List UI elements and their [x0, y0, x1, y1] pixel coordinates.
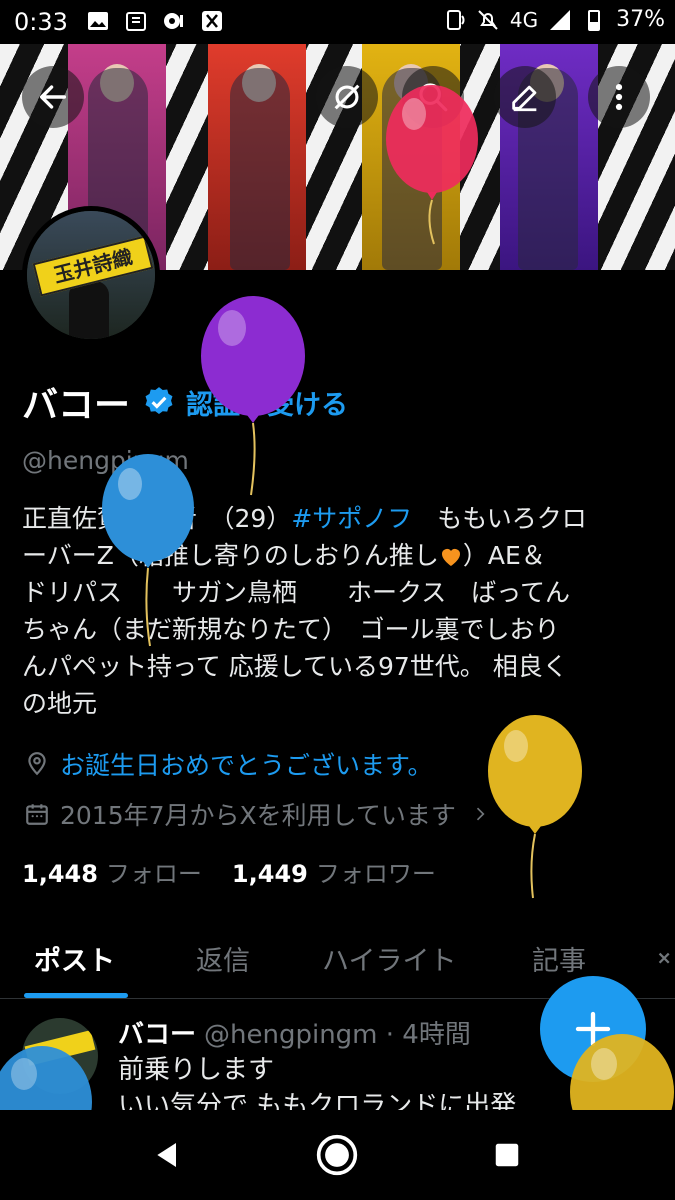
orange-heart-icon	[441, 549, 460, 566]
followers-label: フォロワー	[315, 860, 436, 888]
more-options-button[interactable]	[588, 66, 650, 128]
banner-panel	[208, 44, 306, 270]
nfc-icon	[446, 9, 465, 30]
mute-icon	[478, 9, 498, 30]
grok-icon	[334, 84, 360, 110]
following-label: フォロー	[105, 860, 202, 888]
balloon-decoration	[486, 715, 586, 904]
location-text: お誕生日おめでとうございます。	[60, 751, 433, 780]
bio-text: ももいろクロ	[412, 504, 587, 533]
grok-button[interactable]	[316, 66, 378, 128]
balloon-decoration	[198, 296, 308, 500]
following-count: 1,448	[22, 860, 98, 888]
signal-icon	[550, 9, 571, 30]
tab-articles[interactable]: 記事	[532, 939, 586, 978]
status-time: 0:33	[14, 8, 68, 36]
location-pin-icon	[28, 752, 46, 776]
system-nav-bar	[0, 1110, 675, 1200]
news-icon	[126, 12, 146, 31]
followers-count: 1,449	[231, 860, 308, 888]
avatar-person	[69, 281, 109, 339]
notification-icons	[86, 9, 224, 33]
following-link[interactable]: 1,448 フォロー	[22, 854, 202, 889]
square-recents-icon	[495, 1143, 519, 1167]
edit-profile-button[interactable]	[494, 66, 556, 128]
profile-name: バコー	[22, 385, 131, 426]
battery-percent: 37%	[616, 7, 665, 32]
gallery-icon	[88, 12, 108, 30]
post-text-line: 前乗りします	[118, 1055, 275, 1085]
profile-joined[interactable]: 2015年7月からXを利用しています	[24, 796, 500, 832]
bio-text: ーバーZ（箱推し寄りのしおりん推し	[22, 541, 439, 570]
banner-figure	[230, 68, 290, 270]
tab-highlights[interactable]: ハイライト	[322, 939, 456, 978]
bio-text: ）AE＆	[462, 541, 546, 570]
post-meta: @hengpingm · 4時間	[204, 1020, 471, 1050]
verified-badge-icon[interactable]	[142, 385, 176, 419]
battery-icon	[588, 9, 601, 31]
nav-back-button[interactable]	[145, 1132, 191, 1178]
triangle-back-icon	[157, 1143, 176, 1167]
post-author-name[interactable]: バコー	[118, 1020, 196, 1050]
status-bar: 0:33 4G 37%	[0, 0, 675, 44]
arrow-left-icon	[39, 85, 67, 109]
network-type: 4G	[509, 7, 539, 32]
tab-replies[interactable]: 返信	[196, 939, 250, 978]
back-button[interactable]	[22, 66, 84, 128]
post-header: バコー @hengpingm · 4時間	[118, 1014, 471, 1051]
joined-text: 2015年7月からXを利用しています	[60, 801, 456, 830]
follow-stats: 1,448 フォロー 1,449 フォロワー	[22, 854, 436, 889]
profile-location: お誕生日おめでとうございます。	[24, 746, 433, 782]
media-icon	[164, 13, 183, 29]
app-x-icon	[202, 11, 222, 31]
active-tab-indicator	[24, 993, 128, 998]
tabs-scroll-chevron-icon[interactable]	[655, 945, 675, 975]
edit-icon	[512, 85, 537, 112]
followers-link[interactable]: 1,449 フォロワー	[232, 854, 436, 889]
bio-line: んパペット持って 応援している97世代。 相良く	[22, 652, 568, 681]
circle-home-icon	[316, 1134, 358, 1176]
profile-avatar[interactable]: 玉井詩織	[22, 206, 160, 344]
more-vertical-icon	[615, 83, 623, 111]
system-status: 4G 37%	[442, 7, 665, 32]
bio-hashtag[interactable]: #サポノフ	[291, 504, 412, 533]
nav-recents-button[interactable]	[484, 1132, 530, 1178]
nav-home-button[interactable]	[314, 1132, 360, 1178]
balloon-decoration	[100, 454, 200, 650]
tab-posts[interactable]: ポスト	[34, 939, 115, 978]
calendar-icon	[26, 804, 48, 825]
balloon-decoration	[566, 1032, 675, 1150]
balloon-decoration	[382, 84, 482, 248]
